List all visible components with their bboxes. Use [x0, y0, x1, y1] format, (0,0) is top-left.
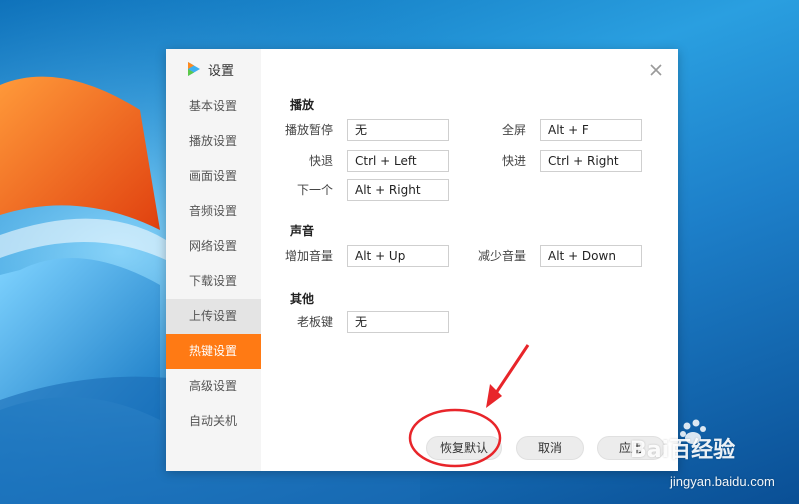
restore-defaults-button[interactable]: 恢复默认: [426, 436, 502, 460]
sidebar-item-download[interactable]: 下载设置: [166, 264, 261, 299]
dialog-title-text: 设置: [208, 63, 235, 79]
label-play-pause: 播放暂停: [284, 123, 333, 137]
input-fullscreen[interactable]: Alt + F: [540, 119, 642, 141]
label-next: 下一个: [296, 183, 333, 197]
input-play-pause[interactable]: 无: [347, 119, 449, 141]
watermark-brand: Bai百经验: [630, 438, 736, 463]
settings-sidebar: 设置 基本设置 播放设置 画面设置 音频设置 网络设置 下载设置 上传设置 热键…: [166, 49, 261, 471]
cancel-button[interactable]: 取消: [516, 436, 584, 460]
baidu-watermark: Bai百经验 jingyan.baidu.com: [630, 418, 795, 500]
sidebar-item-hotkeys[interactable]: 热键设置: [166, 334, 261, 369]
sidebar-item-basic[interactable]: 基本设置: [166, 89, 261, 124]
sidebar-nav: 基本设置 播放设置 画面设置 音频设置 网络设置 下载设置 上传设置 热键设置 …: [166, 89, 261, 439]
label-forward: 快进: [501, 154, 526, 168]
settings-dialog: 设置 基本设置 播放设置 画面设置 音频设置 网络设置 下载设置 上传设置 热键…: [166, 49, 678, 471]
section-title-playback: 播放: [290, 98, 315, 112]
sidebar-item-picture[interactable]: 画面设置: [166, 159, 261, 194]
sidebar-item-playback[interactable]: 播放设置: [166, 124, 261, 159]
sidebar-item-advanced[interactable]: 高级设置: [166, 369, 261, 404]
label-boss-key: 老板键: [296, 315, 333, 329]
label-fullscreen: 全屏: [501, 123, 526, 137]
dialog-title: 设置: [186, 58, 234, 80]
watermark-url: jingyan.baidu.com: [670, 474, 775, 489]
section-title-other: 其他: [290, 292, 315, 306]
sidebar-item-upload[interactable]: 上传设置: [166, 299, 261, 334]
input-rewind[interactable]: Ctrl + Left: [347, 150, 449, 172]
input-volume-down[interactable]: Alt + Down: [540, 245, 642, 267]
player-logo-icon: [188, 62, 200, 76]
input-boss-key[interactable]: 无: [347, 311, 449, 333]
input-volume-up[interactable]: Alt + Up: [347, 245, 449, 267]
sidebar-item-network[interactable]: 网络设置: [166, 229, 261, 264]
hotkey-settings-panel: 播放 播放暂停 无 全屏 Alt + F 快退 Ctrl + Left 快进 C…: [261, 49, 678, 471]
label-volume-down: 减少音量: [477, 249, 526, 263]
label-volume-up: 增加音量: [284, 249, 333, 263]
sidebar-item-audio[interactable]: 音频设置: [166, 194, 261, 229]
section-title-sound: 声音: [290, 224, 315, 238]
input-next[interactable]: Alt + Right: [347, 179, 449, 201]
label-rewind: 快退: [308, 154, 333, 168]
input-forward[interactable]: Ctrl + Right: [540, 150, 642, 172]
sidebar-item-auto-shutdown[interactable]: 自动关机: [166, 404, 261, 439]
